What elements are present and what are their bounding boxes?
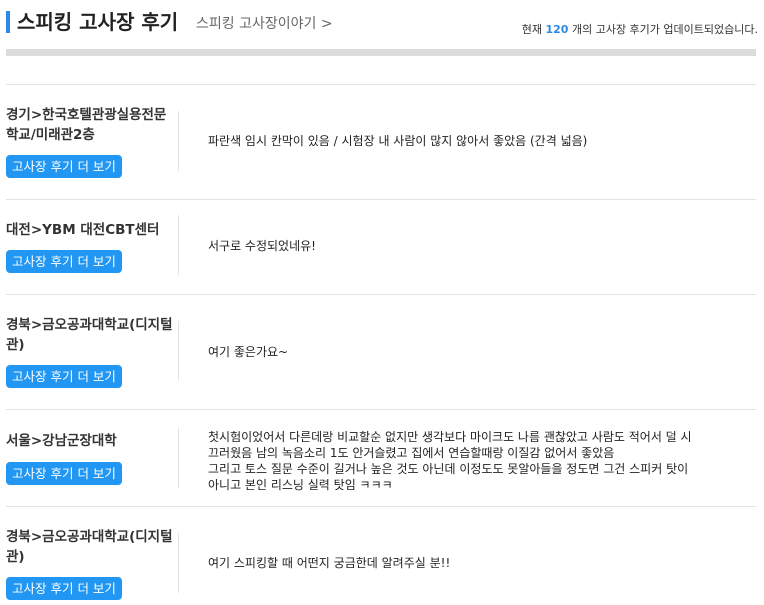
review-item: 대전>YBM 대전CBT센터 고사장 후기 더 보기 서구로 수정되었네유! bbox=[6, 200, 756, 294]
review-text: 서구로 수정되었네유! bbox=[208, 238, 740, 254]
review-text-line: 그리고 토스 질문 수준이 길거나 높은 것도 아닌데 이정도도 못알아들을 정… bbox=[208, 462, 689, 476]
column-separator bbox=[178, 321, 179, 381]
review-location: 경북>금오공과대학교(디지털관) bbox=[6, 529, 173, 565]
review-item: 경북>금오공과대학교(디지털관) 고사장 후기 더 보기 여기 스피킹할 때 어… bbox=[6, 507, 756, 605]
more-reviews-button[interactable]: 고사장 후기 더 보기 bbox=[6, 577, 122, 600]
title-accent-bar bbox=[6, 11, 10, 33]
info-prefix: 현재 bbox=[521, 23, 542, 36]
review-count: 120 bbox=[545, 23, 569, 36]
review-item: 경북>금오공과대학교(디지털관) 고사장 후기 더 보기 여기 좋은가요~ bbox=[6, 295, 756, 409]
sub-page-link[interactable]: 스피킹 고사장이야기 > bbox=[196, 15, 333, 33]
header-divider-bar bbox=[6, 49, 756, 56]
review-location: 서울>강남군장대학 bbox=[6, 433, 117, 449]
page-title: 스피킹 고사장 후기 bbox=[17, 10, 179, 34]
review-count-info: 현재 120 개의 고사장 후기가 업데이트되었습니다. bbox=[522, 23, 758, 37]
review-text-line: 여기 좋은가요~ bbox=[208, 345, 289, 359]
more-reviews-button[interactable]: 고사장 후기 더 보기 bbox=[6, 250, 122, 273]
page-header: 스피킹 고사장 후기 스피킹 고사장이야기 > 현재 120 개의 고사장 후기… bbox=[6, 6, 758, 40]
column-separator bbox=[178, 111, 179, 171]
column-separator bbox=[178, 215, 179, 275]
review-text-line: 끄러웠음 남의 녹음소리 1도 안거슬렸고 집에서 연습할때랑 이질감 없어서 … bbox=[208, 446, 615, 460]
more-reviews-button[interactable]: 고사장 후기 더 보기 bbox=[6, 462, 122, 485]
review-text-line: 첫시험이었어서 다른데랑 비교할순 없지만 생각보다 마이크도 나름 괜찮았고 … bbox=[208, 430, 692, 444]
review-location: 대전>YBM 대전CBT센터 bbox=[6, 222, 160, 238]
review-text-line: 파란색 임시 칸막이 있음 / 시험장 내 사람이 많지 않아서 좋았음 (간격… bbox=[208, 134, 588, 148]
review-text: 여기 스피킹할 때 어떤지 궁금한데 알려주실 분!! bbox=[208, 555, 740, 571]
review-item: 경기>한국호텔관광실용전문학교/미래관2층 고사장 후기 더 보기 파란색 임시… bbox=[6, 85, 756, 199]
review-item: 서울>강남군장대학 고사장 후기 더 보기 첫시험이었어서 다른데랑 비교할순 … bbox=[6, 410, 756, 506]
more-reviews-button[interactable]: 고사장 후기 더 보기 bbox=[6, 365, 122, 388]
review-text-line: 서구로 수정되었네유! bbox=[208, 239, 316, 253]
column-separator bbox=[178, 533, 179, 593]
review-text-line: 여기 스피킹할 때 어떤지 궁금한데 알려주실 분!! bbox=[208, 556, 451, 570]
column-separator bbox=[178, 428, 179, 488]
review-text: 파란색 임시 칸막이 있음 / 시험장 내 사람이 많지 않아서 좋았음 (간격… bbox=[208, 133, 740, 149]
review-location: 경기>한국호텔관광실용전문학교/미래관2층 bbox=[6, 107, 167, 143]
review-text: 첫시험이었어서 다른데랑 비교할순 없지만 생각보다 마이크도 나름 괜찮았고 … bbox=[208, 429, 740, 493]
review-text-line: 아니고 본인 리스닝 실력 탓임 ㅋㅋㅋ bbox=[208, 478, 393, 492]
review-text: 여기 좋은가요~ bbox=[208, 344, 740, 360]
review-location: 경북>금오공과대학교(디지털관) bbox=[6, 317, 173, 353]
more-reviews-button[interactable]: 고사장 후기 더 보기 bbox=[6, 155, 122, 178]
info-suffix: 개의 고사장 후기가 업데이트되었습니다. bbox=[571, 23, 758, 36]
